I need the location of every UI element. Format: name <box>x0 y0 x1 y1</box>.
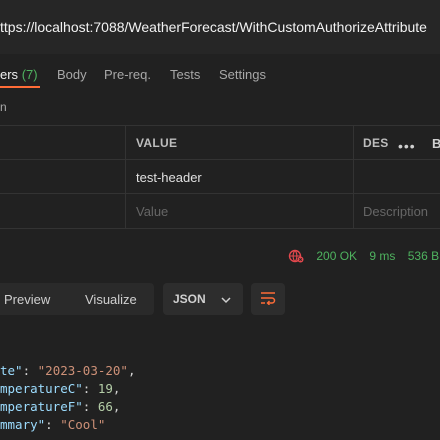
format-select[interactable]: JSON <box>163 283 243 315</box>
table-row: test-header <box>0 159 440 194</box>
json-separator: : <box>82 399 98 414</box>
column-header-value: VALUE <box>125 126 354 160</box>
code-line: mperatureF": 66, <box>0 398 135 416</box>
json-value: 66 <box>97 399 113 414</box>
value-placeholder-input[interactable]: Value <box>125 194 354 228</box>
json-key: te" <box>0 363 23 378</box>
header-value-cell[interactable]: test-header <box>125 160 354 194</box>
tab-headers-label: ers <box>0 67 19 82</box>
json-value: 19 <box>97 381 113 396</box>
chevron-down-icon <box>221 293 231 307</box>
code-line: mmary": "Cool" <box>0 416 135 434</box>
response-size[interactable]: 536 B <box>408 249 439 263</box>
active-tab-indicator <box>0 86 40 88</box>
status-code[interactable]: 200 OK <box>316 249 357 263</box>
json-separator: : <box>22 363 38 378</box>
description-placeholder-input[interactable]: Description <box>354 194 440 228</box>
table-row: Value Description <box>0 193 440 229</box>
code-line: te": "2023-03-20", <box>0 362 135 380</box>
tab-settings[interactable]: Settings <box>219 67 266 82</box>
json-comma: , <box>112 381 121 396</box>
json-separator: : <box>82 381 98 396</box>
response-toolbar: Preview Visualize JSON <box>0 283 440 317</box>
request-tabs: ers (7) Body Pre-req. Tests Settings <box>0 63 440 89</box>
code-line: mperatureC": 19, <box>0 380 135 398</box>
json-comma: , <box>112 399 121 414</box>
json-value: "2023-03-20" <box>37 363 128 378</box>
header-description-cell[interactable] <box>354 160 440 194</box>
visualize-button[interactable]: Visualize <box>85 292 137 307</box>
tab-tests[interactable]: Tests <box>170 67 200 82</box>
json-value: "Cool" <box>60 417 106 432</box>
json-key: mperatureC" <box>0 381 83 396</box>
wrap-lines-button[interactable] <box>251 283 285 315</box>
response-time[interactable]: 9 ms <box>369 249 395 263</box>
tab-headers[interactable]: ers (7) <box>0 67 38 82</box>
request-url[interactable]: ttps://localhost:7088/WeatherForecast/Wi… <box>0 19 427 35</box>
globe-error-icon[interactable] <box>288 249 307 263</box>
format-select-value: JSON <box>173 292 206 306</box>
wrap-lines-icon <box>260 291 276 308</box>
preview-button[interactable]: Preview <box>4 292 50 307</box>
response-status: 200 OK 9 ms 536 B <box>288 249 440 263</box>
json-key: mperatureF" <box>0 399 83 414</box>
view-mode-group: Preview Visualize <box>0 283 154 315</box>
json-comma: , <box>127 363 136 378</box>
column-header-description: DES <box>363 136 389 150</box>
bulk-edit-button[interactable]: B <box>432 136 440 151</box>
json-separator: : <box>45 417 61 432</box>
tab-prereq[interactable]: Pre-req. <box>104 67 151 82</box>
table-header-row: VALUE DES ••• B <box>0 125 440 160</box>
more-options-icon[interactable]: ••• <box>398 138 416 154</box>
tab-body[interactable]: Body <box>57 67 87 82</box>
tab-headers-count: (7) <box>21 67 38 82</box>
hidden-headers-label[interactable]: n <box>0 100 7 114</box>
response-body[interactable]: te": "2023-03-20", mperatureC": 19, mperat… <box>0 362 135 434</box>
json-key: mmary" <box>0 417 46 432</box>
